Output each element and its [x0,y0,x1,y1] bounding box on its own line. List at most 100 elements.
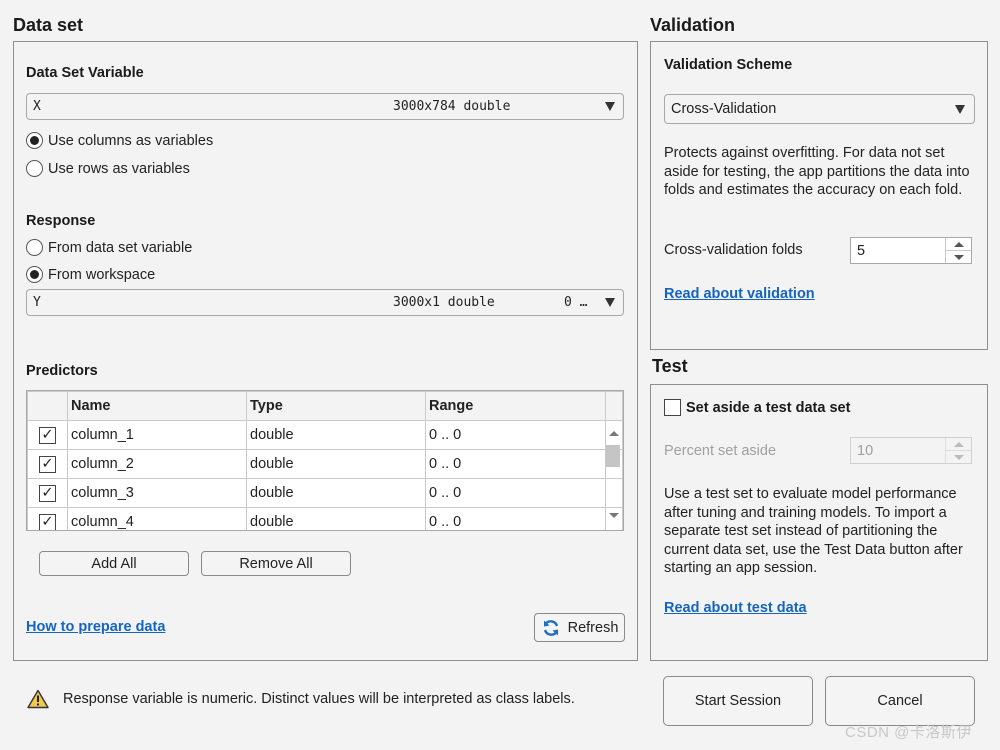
radio-from-workspace[interactable]: From workspace [26,266,155,283]
spinner-down[interactable] [946,250,971,263]
row-range: 0 .. 0 [425,449,606,479]
response-variable-desc: 3000x1 double [393,295,495,310]
row-check-cell[interactable]: ✓ [27,420,68,450]
checkbox[interactable] [664,399,681,416]
test-panel: Set aside a test data set Percent set as… [650,384,988,661]
radio-indicator [26,132,43,149]
validation-panel: Validation Scheme Cross-Validation Prote… [650,41,988,350]
response-variable-dropdown[interactable]: Y 3000x1 double 0 … [26,289,624,316]
checkbox[interactable]: ✓ [39,426,56,444]
dataset-panel: Data Set Variable X 3000x784 double Use … [13,41,638,661]
chevron-down-icon [605,102,615,111]
validation-title: Validation [650,15,736,35]
row-check-cell[interactable]: ✓ [27,507,68,530]
row-range: 0 .. 0 [425,507,606,530]
table-row[interactable]: ✓ column_4 double 0 .. 0 [27,507,623,530]
predictors-label: Predictors [26,363,98,379]
header-name[interactable]: Name [67,391,247,421]
row-type: double [246,449,426,479]
row-range: 0 .. 0 [425,420,606,450]
cancel-button[interactable]: Cancel [825,676,975,726]
row-type: double [246,507,426,530]
header-type[interactable]: Type [246,391,426,421]
validation-description: Protects against overfitting. For data n… [664,145,970,198]
table-row[interactable]: ✓ column_3 double 0 .. 0 [27,478,623,508]
how-to-prepare-data-link[interactable]: How to prepare data [26,619,165,635]
cv-folds-value[interactable]: 5 [851,238,945,263]
checkbox[interactable]: ✓ [39,513,56,530]
chevron-down-icon [605,298,615,307]
radio-indicator [26,266,43,283]
header-spacer [605,391,623,421]
checkbox[interactable]: ✓ [39,484,56,502]
response-variable-name: Y [33,295,41,310]
warning-text: Response variable is numeric. Distinct v… [63,691,575,707]
dataset-variable-dropdown[interactable]: X 3000x784 double [26,93,624,120]
test-description: Use a test set to evaluate model perform… [664,486,963,576]
response-variable-extra: 0 … [564,295,588,310]
table-header-row: Name Type Range [27,391,623,421]
table-row[interactable]: ✓ column_1 double 0 .. 0 [27,420,623,450]
radio-from-dataset[interactable]: From data set variable [26,239,192,256]
radio-use-rows[interactable]: Use rows as variables [26,160,190,177]
chevron-down-icon [955,104,965,114]
spinner-up[interactable] [946,238,971,250]
set-aside-test-checkbox[interactable]: Set aside a test data set [664,399,850,416]
row-name: column_1 [67,420,247,450]
radio-indicator [26,160,43,177]
start-session-button[interactable]: Start Session [663,676,813,726]
scroll-down-arrow[interactable] [609,513,619,518]
radio-label: Use columns as variables [48,132,214,149]
validation-scheme-dropdown[interactable]: Cross-Validation [664,94,975,124]
refresh-icon [543,619,558,636]
radio-use-columns[interactable]: Use columns as variables [26,132,213,149]
read-about-validation-link[interactable]: Read about validation [664,286,815,302]
percent-set-aside-spinner[interactable]: 10 [850,437,972,464]
predictors-grid: Name Type Range ✓ column_1 double 0 .. 0… [27,391,623,530]
radio-label: Use rows as variables [48,160,190,177]
refresh-label: Refresh [567,619,619,636]
set-aside-test-label: Set aside a test data set [686,399,851,416]
spinner-buttons [945,238,971,263]
cv-folds-spinner[interactable]: 5 [850,237,972,264]
dataset-variable-label: Data Set Variable [26,65,144,81]
test-title: Test [652,356,688,376]
radio-label: From workspace [48,266,156,283]
predictors-table[interactable]: Name Type Range ✓ column_1 double 0 .. 0… [26,390,624,531]
header-check [27,391,68,421]
remove-all-button[interactable]: Remove All [201,551,351,576]
radio-indicator [26,239,43,256]
percent-set-aside-label: Percent set aside [664,443,777,459]
dataset-variable-name: X [33,99,41,114]
row-type: double [246,478,426,508]
response-label: Response [26,213,96,229]
refresh-button[interactable]: Refresh [534,613,625,642]
checkbox[interactable]: ✓ [39,455,56,473]
spinner-down[interactable] [946,450,971,463]
dataset-title: Data set [13,15,84,35]
warning-message: Response variable is numeric. Distinct v… [27,689,575,709]
read-about-test-data-link[interactable]: Read about test data [664,600,807,616]
watermark: CSDN @卡洛斯伊 [845,724,972,741]
validation-scheme-label: Validation Scheme [664,57,793,73]
add-all-button[interactable]: Add All [39,551,189,576]
scroll-thumb[interactable] [606,445,620,467]
cv-folds-label: Cross-validation folds [664,242,803,258]
warning-icon [27,689,49,709]
row-check-cell[interactable]: ✓ [27,449,68,479]
row-type: double [246,420,426,450]
validation-scheme-value: Cross-Validation [671,101,777,117]
percent-set-aside-value[interactable]: 10 [851,438,945,463]
row-name: column_2 [67,449,247,479]
row-range: 0 .. 0 [425,478,606,508]
scroll-up-arrow[interactable] [609,431,619,436]
dataset-variable-desc: 3000x784 double [393,99,511,114]
radio-label: From data set variable [48,239,193,256]
header-range[interactable]: Range [425,391,606,421]
spinner-up[interactable] [946,438,971,450]
table-scrollbar[interactable] [605,425,621,529]
row-name: column_3 [67,478,247,508]
row-check-cell[interactable]: ✓ [27,478,68,508]
spinner-buttons [945,438,971,463]
table-row[interactable]: ✓ column_2 double 0 .. 0 [27,449,623,479]
